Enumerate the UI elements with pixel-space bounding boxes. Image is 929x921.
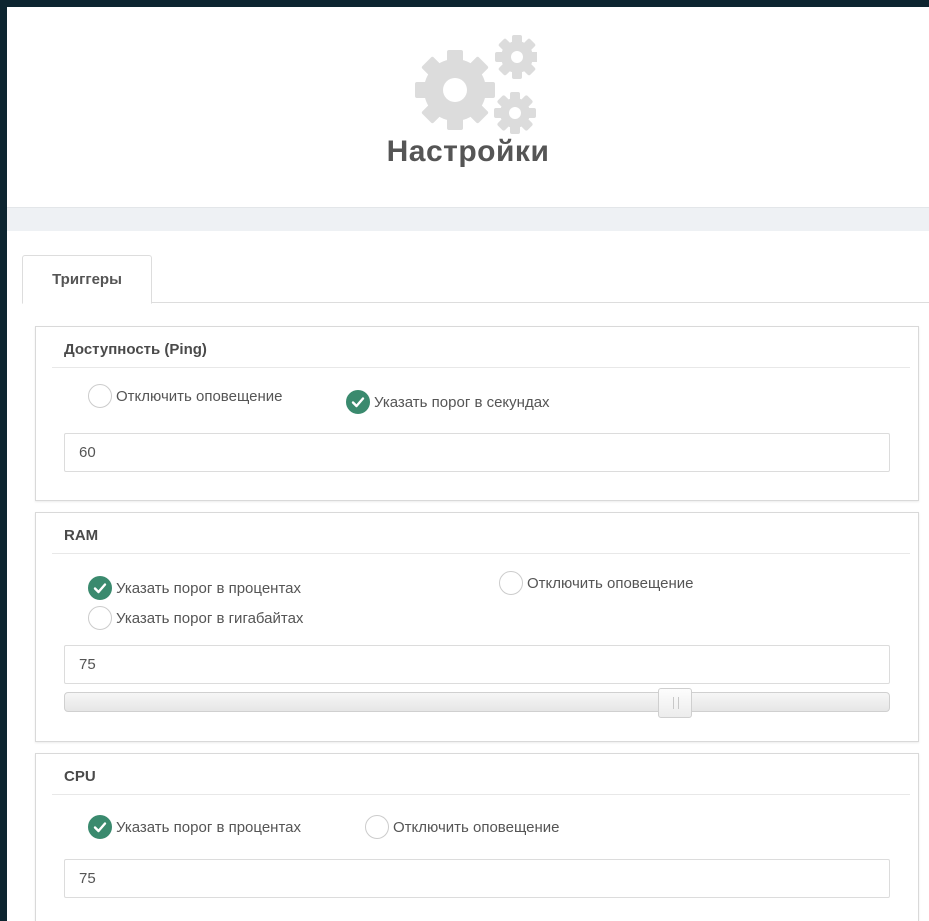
radio-unchecked-icon — [365, 815, 389, 839]
divider — [52, 553, 910, 554]
radio-unchecked-icon — [499, 571, 523, 595]
gears-icon — [415, 35, 537, 134]
panel-title: Доступность (Ping) — [64, 341, 207, 358]
radio-label: Отключить оповещение — [116, 387, 283, 405]
panel-ping: Доступность (Ping) Отключить оповещение … — [35, 326, 919, 501]
radio-label: Указать порог в процентах — [116, 818, 301, 836]
checkmark-icon — [88, 815, 112, 839]
radio-label: Отключить оповещение — [393, 818, 560, 836]
radio-ram-percent[interactable]: Указать порог в процентах — [88, 576, 301, 600]
radio-unchecked-icon — [88, 384, 112, 408]
ram-threshold-input[interactable]: 75 — [64, 645, 890, 684]
header-divider — [7, 207, 929, 231]
radio-ram-gigabytes[interactable]: Указать порог в гигабайтах — [88, 606, 303, 630]
radio-ram-disable[interactable]: Отключить оповещение — [499, 571, 693, 595]
radio-unchecked-icon — [88, 606, 112, 630]
tabs-bar: Триггеры — [22, 255, 929, 304]
main-content: Триггеры Доступность (Ping) Отключить оп… — [7, 231, 929, 921]
page-header: Настройки — [7, 7, 929, 207]
divider — [52, 794, 910, 795]
panel-ram: RAM Указать порог в процентах Указать по… — [35, 512, 919, 742]
checkmark-icon — [346, 390, 370, 414]
radio-ping-disable[interactable]: Отключить оповещение — [88, 384, 282, 408]
radio-ping-seconds[interactable]: Указать порог в секундах — [346, 390, 550, 414]
cpu-threshold-input[interactable]: 75 — [64, 859, 890, 898]
ping-threshold-input[interactable]: 60 — [64, 433, 890, 472]
panel-title: CPU — [64, 768, 96, 785]
ram-threshold-slider[interactable] — [64, 688, 890, 718]
radio-cpu-percent[interactable]: Указать порог в процентах — [88, 815, 301, 839]
panel-cpu: CPU Указать порог в процентах Отключить … — [35, 753, 919, 921]
slider-handle[interactable] — [658, 688, 692, 718]
radio-label: Указать порог в гигабайтах — [116, 609, 304, 627]
panel-title: RAM — [64, 527, 99, 544]
radio-cpu-disable[interactable]: Отключить оповещение — [365, 815, 559, 839]
page-title: Настройки — [386, 135, 550, 168]
checkmark-icon — [88, 576, 112, 600]
tab-triggers[interactable]: Триггеры — [22, 255, 152, 304]
radio-label: Указать порог в секундах — [374, 393, 550, 411]
settings-window: Настройки Триггеры Доступность (Ping) От… — [7, 7, 929, 921]
radio-label: Указать порог в процентах — [116, 579, 301, 597]
divider — [52, 367, 910, 368]
radio-label: Отключить оповещение — [527, 574, 694, 592]
